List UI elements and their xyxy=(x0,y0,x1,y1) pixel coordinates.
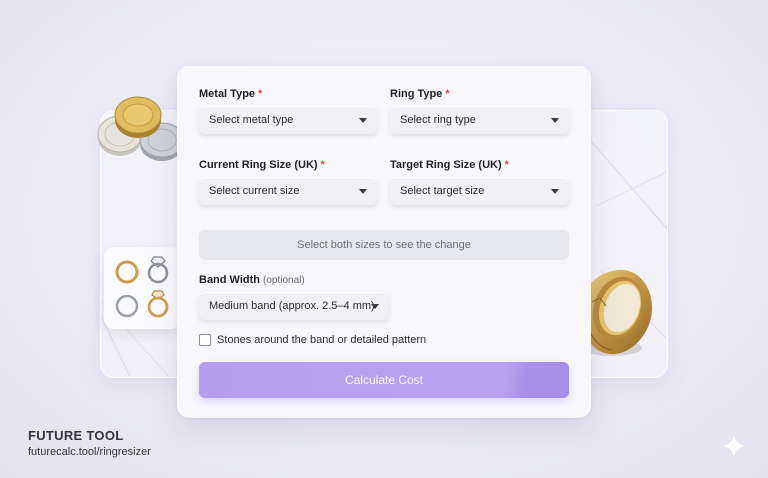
metal-type-label: Metal Type * xyxy=(199,88,262,100)
target-size-label: Target Ring Size (UK) * xyxy=(390,159,509,171)
metal-type-value: Select metal type xyxy=(209,114,294,126)
ring-icons-card xyxy=(104,247,180,329)
current-size-value: Select current size xyxy=(209,185,300,197)
band-width-label-text: Band Width xyxy=(199,274,260,286)
required-marker: * xyxy=(258,88,263,100)
brand-name: FUTURE TOOL xyxy=(28,428,124,443)
metal-type-label-text: Metal Type xyxy=(199,88,256,100)
gold-solitaire-ring-icon xyxy=(147,290,169,318)
chevron-down-icon xyxy=(359,189,367,194)
target-size-select[interactable]: Select target size xyxy=(390,177,569,205)
target-size-value: Select target size xyxy=(400,185,485,197)
current-size-label: Current Ring Size (UK) * xyxy=(199,159,325,171)
chevron-down-icon xyxy=(551,189,559,194)
optional-marker: (optional) xyxy=(263,275,305,286)
ring-type-select[interactable]: Select ring type xyxy=(390,106,569,134)
required-marker: * xyxy=(320,159,325,171)
silver-ring-icon xyxy=(115,294,139,318)
band-width-value: Medium band (approx. 2.5–4 mm) xyxy=(209,300,375,312)
stones-checkbox[interactable] xyxy=(199,334,211,346)
target-size-label-text: Target Ring Size (UK) xyxy=(390,159,502,171)
size-change-info: Select both sizes to see the change xyxy=(199,230,569,260)
chevron-down-icon xyxy=(551,118,559,123)
chevron-down-icon xyxy=(359,118,367,123)
coins-icon xyxy=(97,96,185,161)
band-width-select[interactable]: Medium band (approx. 2.5–4 mm) xyxy=(199,292,389,320)
metal-type-select[interactable]: Select metal type xyxy=(199,106,377,134)
required-marker: * xyxy=(504,159,509,171)
brand-url: futurecalc.tool/ringresizer xyxy=(28,446,151,458)
band-width-label: Band Width (optional) xyxy=(199,274,305,286)
current-size-select[interactable]: Select current size xyxy=(199,177,377,205)
stones-checkbox-label[interactable]: Stones around the band or detailed patte… xyxy=(217,334,426,346)
diamond-ring-icon xyxy=(147,256,169,284)
gold-ring-icon xyxy=(115,260,139,284)
chevron-down-icon xyxy=(371,304,379,309)
calculate-cost-button[interactable]: Calculate Cost xyxy=(199,362,569,398)
ring-type-label-text: Ring Type xyxy=(390,88,443,100)
sparkle-icon xyxy=(719,431,749,461)
ring-resize-form: Metal Type * Select metal type Ring Type *… xyxy=(177,66,591,418)
ring-type-label: Ring Type * xyxy=(390,88,450,100)
current-size-label-text: Current Ring Size (UK) xyxy=(199,159,318,171)
ring-type-value: Select ring type xyxy=(400,114,476,126)
required-marker: * xyxy=(445,88,450,100)
